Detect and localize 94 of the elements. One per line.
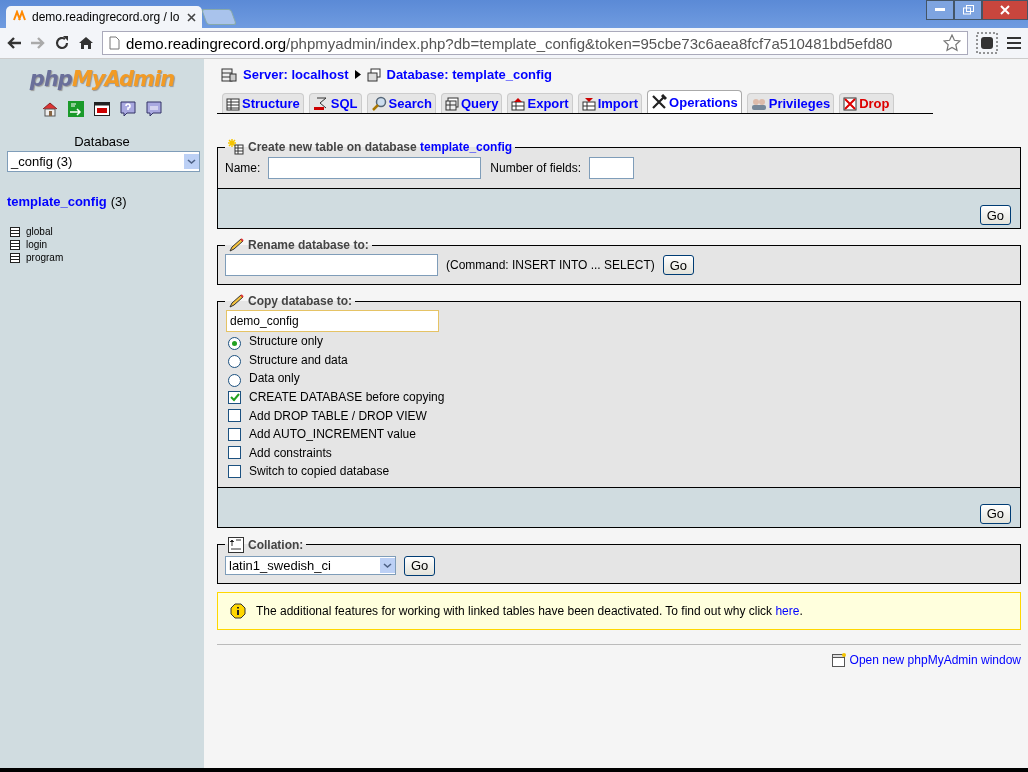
name-label: Name: <box>225 161 261 175</box>
home-icon[interactable] <box>78 35 94 51</box>
nav-tab[interactable]: Export <box>507 93 573 113</box>
option-label: Switch to copied database <box>249 464 390 479</box>
sql-help-icon[interactable] <box>146 101 162 117</box>
checkbox[interactable] <box>228 446 241 460</box>
window-icon <box>831 652 846 667</box>
close-icon[interactable] <box>187 12 196 22</box>
option-label: Add DROP TABLE / DROP VIEW <box>249 408 427 423</box>
restore-icon <box>962 5 974 15</box>
radio-button[interactable] <box>228 374 241 387</box>
nav-tab[interactable]: Search <box>366 93 436 113</box>
option-label: Structure only <box>249 334 324 349</box>
fields-label: Number of fields: <box>490 161 582 175</box>
new-name-field[interactable] <box>225 254 438 276</box>
table-name-field[interactable] <box>268 157 482 179</box>
database-icon <box>366 67 381 82</box>
export-icon <box>511 96 526 111</box>
new-table-icon <box>228 139 244 155</box>
go-button[interactable]: Go <box>979 205 1011 225</box>
delete-icon <box>843 96 858 111</box>
section-title: Rename database to: <box>248 238 369 252</box>
checkbox[interactable] <box>228 427 241 441</box>
database-link[interactable]: Database: template_config <box>386 67 552 82</box>
go-button[interactable]: Go <box>979 503 1011 524</box>
tools-icon <box>651 94 668 110</box>
option-label: Add constraints <box>249 445 332 460</box>
notice-text: The additional features for working with linked tables have been deactivated. To find out why click here. <box>256 603 803 618</box>
option-label: Add AUTO_INCREMENT value <box>249 427 416 442</box>
info-icon <box>230 602 246 619</box>
section-title: Copy database to: <box>248 294 352 308</box>
minimize-button[interactable] <box>926 0 954 20</box>
command-note: (Command: INSERT INTO ... SELECT) <box>446 258 655 272</box>
extension-icon[interactable] <box>976 32 998 54</box>
pencil-icon <box>228 294 244 308</box>
database-link[interactable]: template_config <box>7 194 107 209</box>
section-title: Create new table on database template_config <box>248 140 513 154</box>
menu-icon[interactable] <box>1006 36 1022 50</box>
database-label: Database <box>74 134 130 149</box>
table-count: (3) <box>110 194 127 209</box>
option-label: Structure and data <box>249 352 348 367</box>
server-icon <box>221 67 237 82</box>
fields-count-field[interactable] <box>589 157 635 179</box>
users-icon <box>750 96 767 111</box>
copy-name-field[interactable]: demo_config <box>226 310 439 332</box>
checkbox[interactable] <box>228 409 241 423</box>
new-tab-button[interactable] <box>201 9 237 25</box>
section-title: Collation: <box>248 537 304 552</box>
nav-tab[interactable]: Query <box>440 93 503 113</box>
radio-button[interactable] <box>228 336 241 350</box>
restore-button[interactable] <box>954 0 982 20</box>
import-icon <box>581 96 596 111</box>
browser-tab[interactable]: demo.readingrecord.org / lo <box>6 6 202 28</box>
table-link[interactable]: program <box>10 251 64 264</box>
reload-icon[interactable] <box>54 35 70 51</box>
nav-tab[interactable]: Operations <box>647 90 742 113</box>
new-window-link[interactable]: Open new phpMyAdmin window <box>849 652 1021 667</box>
table-link[interactable]: global <box>10 225 53 238</box>
checkbox[interactable] <box>228 390 241 404</box>
table-icon <box>10 252 20 263</box>
table-icon <box>10 226 20 237</box>
database-select[interactable]: _config (3) <box>7 151 200 172</box>
tab-title: demo.readingrecord.org / lo <box>32 10 181 24</box>
table-icon <box>226 96 240 111</box>
pencil-icon <box>228 238 244 252</box>
close-icon <box>1000 5 1010 15</box>
server-link[interactable]: Server: localhost <box>243 67 349 82</box>
sql-window-icon[interactable] <box>94 101 110 117</box>
go-button[interactable]: Go <box>404 555 436 576</box>
star-icon[interactable] <box>943 34 961 52</box>
nav-tab[interactable]: Import <box>577 93 643 113</box>
nav-tab[interactable]: Privileges <box>746 93 835 113</box>
checkbox[interactable] <box>228 464 241 478</box>
minimize-icon <box>935 8 945 12</box>
nav-tab[interactable]: Drop <box>839 93 894 113</box>
close-window-button[interactable] <box>982 0 1028 20</box>
collation-select[interactable]: latin1_swedish_ci <box>225 556 396 576</box>
page-icon <box>109 36 120 50</box>
option-label: CREATE DATABASE before copying <box>249 390 445 405</box>
table-icon <box>444 96 459 111</box>
triangle-icon <box>354 70 361 79</box>
exit-icon[interactable] <box>68 101 84 117</box>
nav-tab[interactable]: Structure <box>222 93 304 113</box>
address-bar[interactable]: demo.readingrecord.org/phpmyadmin/index.php?db=template_config&token=95cbe73c6aea8fcf7a510481bd5efd80 <box>102 31 968 55</box>
back-icon[interactable] <box>6 36 22 50</box>
option-label: Data only <box>249 371 300 386</box>
go-button[interactable]: Go <box>662 255 695 275</box>
nav-tab[interactable]: SQL <box>308 93 362 113</box>
home-icon[interactable] <box>42 101 58 117</box>
radio-button[interactable] <box>228 355 241 369</box>
table-icon <box>10 239 20 250</box>
help-icon[interactable] <box>120 101 136 117</box>
table-link[interactable]: login <box>10 238 48 251</box>
search-icon <box>370 95 387 112</box>
